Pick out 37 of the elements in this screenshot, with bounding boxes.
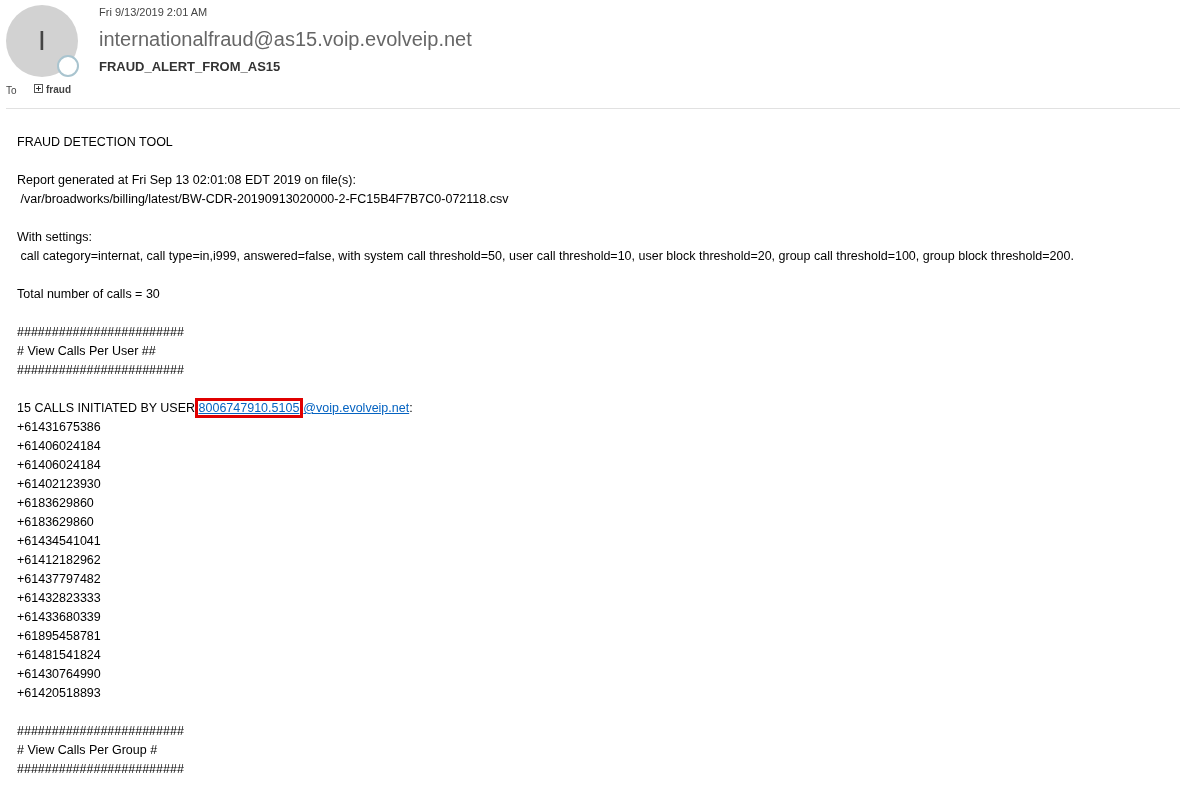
body-text-line: Total number of calls = 30 [17,286,160,303]
recipient-name[interactable]: fraud [46,82,71,97]
phone-number: +61431675386 [17,419,101,436]
body-text-line: FRAUD DETECTION TOOL [17,134,173,151]
body-text-line: # View Calls Per User ## [17,343,156,360]
body-text-line: ######################## [17,324,184,341]
phone-number: +61402123930 [17,476,101,493]
phone-number: +61412182962 [17,552,101,569]
phone-number: +61433680339 [17,609,101,626]
body-text-line: # View Calls Per Group # [17,742,158,759]
status-icon [57,55,79,77]
phone-number: +61481541824 [17,647,101,664]
sender-address: internationalfraud@as15.voip.evolveip.net [99,27,472,52]
body-text-line: call category=internat, call type=in,i999, answered=false, with system call threshold=50, user call threshold=10, user block threshold=20, group call threshold=100, group block threshold=200. [19,248,1074,265]
subject-text: FRAUD_ALERT_FROM_AS15 [99,58,281,76]
expand-icon[interactable] [34,84,43,93]
phone-number: +61437797482 [17,571,101,588]
date-text: Fri 9/13/2019 2:01 AM [99,5,208,20]
body-text-line: /var/broadworks/billing/latest/BW-CDR-20190913020000-2-FC15B4F7B7C0-072118.csv [19,191,509,208]
phone-number: +61432823333 [17,590,101,607]
phone-number: +61434541041 [17,533,101,550]
body-text-line: 15 CALLS INITIATED BY USER [17,400,197,417]
phone-number: +61895458781 [17,628,101,645]
phone-number: +6183629860 [17,514,94,531]
body-text-line: ######################## [17,723,184,740]
body-text-line: ######################## [17,761,184,778]
body-text-line: Report generated at Fri Sep 13 02:01:08 EDT 2019 on file(s): [17,172,356,189]
body-text-line: ######################## [17,362,184,379]
colon-text: : [409,400,413,417]
phone-number: +61420518893 [17,685,101,702]
to-label: To [6,84,17,98]
phone-number: +61430764990 [17,666,101,683]
phone-number: +61406024184 [17,438,101,455]
body-text-line: With settings: [17,229,93,246]
phone-number: +61406024184 [17,457,101,474]
avatar: I [6,5,78,77]
phone-number: +6183629860 [17,495,94,512]
